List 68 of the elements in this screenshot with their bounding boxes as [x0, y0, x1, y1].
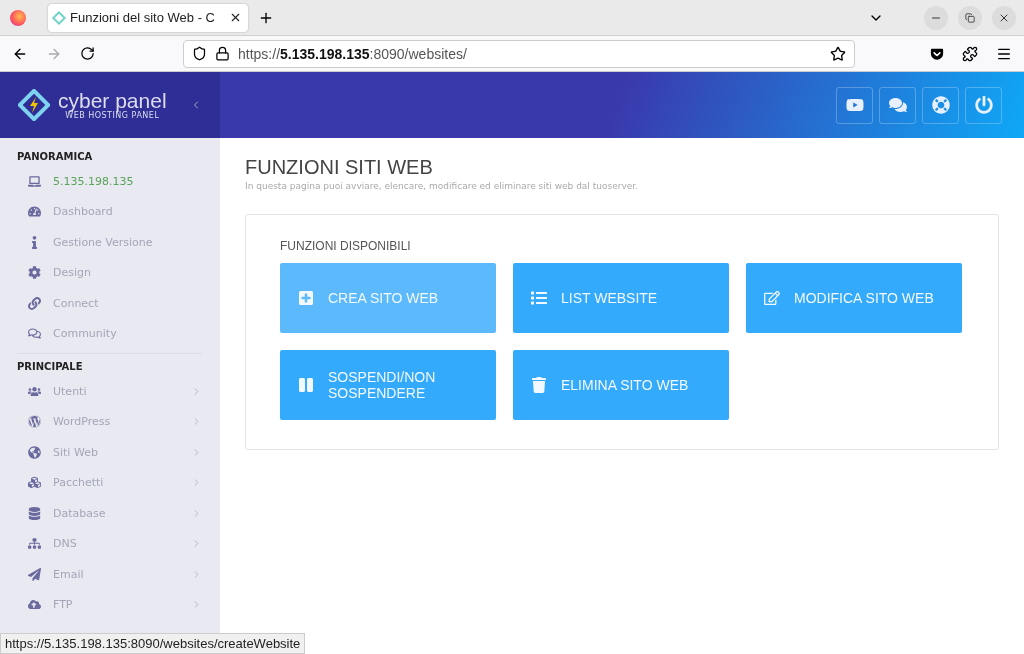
brand-name: cyber panel	[58, 90, 167, 111]
pause-icon	[298, 377, 314, 393]
support-button[interactable]	[922, 86, 959, 124]
sidebar-item[interactable]: FTP	[17, 589, 202, 620]
reload-icon[interactable]	[80, 46, 95, 61]
close-icon[interactable]	[229, 11, 242, 24]
page-subtitle: In questa pagina puoi avviare, elencare, modificare ed eliminare siti web dal tuoserver.	[245, 181, 639, 191]
globe-icon	[26, 445, 42, 459]
youtube-button[interactable]	[836, 86, 873, 124]
gear-icon	[26, 266, 42, 280]
cloud-upload-icon	[26, 598, 42, 612]
list-icon	[531, 290, 547, 306]
sidebar-item[interactable]: Gestione Versione	[17, 227, 202, 258]
minimize-button[interactable]	[924, 5, 948, 30]
function-button[interactable]: CREA SITO WEB	[280, 263, 496, 333]
pocket-icon[interactable]	[930, 46, 944, 61]
users-icon	[26, 384, 42, 398]
card-heading: FUNZIONI DISPONIBILI	[280, 239, 412, 253]
browser-logo-icon[interactable]	[10, 9, 26, 26]
cubes-icon	[26, 476, 42, 490]
sidebar-item[interactable]: Utenti	[17, 376, 202, 407]
restore-icon	[965, 12, 975, 23]
sidebar-item[interactable]: Email	[17, 559, 202, 590]
function-button[interactable]: SOSPENDI/NON SOSPENDERE	[280, 350, 496, 420]
extensions-icon[interactable]	[962, 45, 978, 62]
browser-tab[interactable]: Funzioni del sito Web - C	[48, 3, 248, 32]
function-button[interactable]: LIST WEBSITE	[513, 263, 729, 333]
sidebar-item[interactable]: Connect	[17, 288, 202, 319]
wordpress-icon	[26, 415, 42, 429]
lifebuoy-icon	[931, 96, 950, 114]
dashboard-icon	[26, 205, 42, 219]
sidebar-item[interactable]: DNS	[17, 528, 202, 559]
sidebar-item[interactable]: 5.135.198.135	[17, 166, 202, 197]
lock-icon	[215, 46, 230, 61]
sidebar-section-title: PRINCIPALE	[17, 359, 84, 374]
sidebar-item[interactable]: Database	[17, 498, 202, 529]
sidebar-item[interactable]: Community	[17, 318, 202, 349]
shield-icon	[192, 46, 207, 61]
status-url: https://5.135.198.135:8090/websites/createWebsite	[0, 633, 306, 654]
edit-icon	[764, 290, 780, 306]
address-bar[interactable]: https://5.135.198.135:8090/websites/	[183, 39, 855, 68]
bookmark-star-icon[interactable]	[830, 45, 846, 62]
sidebar-item[interactable]: WordPress	[17, 406, 202, 437]
sidebar-section-title: PANORAMICA	[17, 149, 94, 164]
sidebar-item[interactable]: Pacchetti	[17, 467, 202, 498]
function-button[interactable]: MODIFICA SITO WEB	[746, 263, 962, 333]
function-button[interactable]: ELIMINA SITO WEB	[513, 350, 729, 420]
trash-icon	[531, 377, 547, 393]
laptop-icon	[26, 174, 42, 188]
sidebar-item[interactable]: Siti Web	[17, 437, 202, 468]
logout-button[interactable]	[965, 86, 1002, 124]
paper-plane-icon	[26, 567, 42, 581]
sidebar-item[interactable]: Dashboard	[17, 196, 202, 227]
link-icon	[26, 296, 42, 310]
logo-icon	[18, 89, 50, 121]
sitemap-icon	[26, 537, 42, 551]
sidebar-item[interactable]: Design	[17, 257, 202, 288]
database-icon	[26, 506, 42, 520]
power-icon	[974, 96, 993, 114]
chat-icon	[26, 327, 42, 341]
youtube-icon	[845, 96, 864, 114]
favicon-icon	[51, 10, 67, 25]
brand-tagline: WEB HOSTING PANEL	[65, 111, 160, 120]
restore-button[interactable]	[958, 5, 982, 30]
tab-title: Funzioni del sito Web - C	[70, 10, 216, 25]
chat-button[interactable]	[879, 86, 916, 124]
chat-icon	[888, 96, 907, 114]
page-title: FUNZIONI SITI WEB	[245, 156, 434, 179]
